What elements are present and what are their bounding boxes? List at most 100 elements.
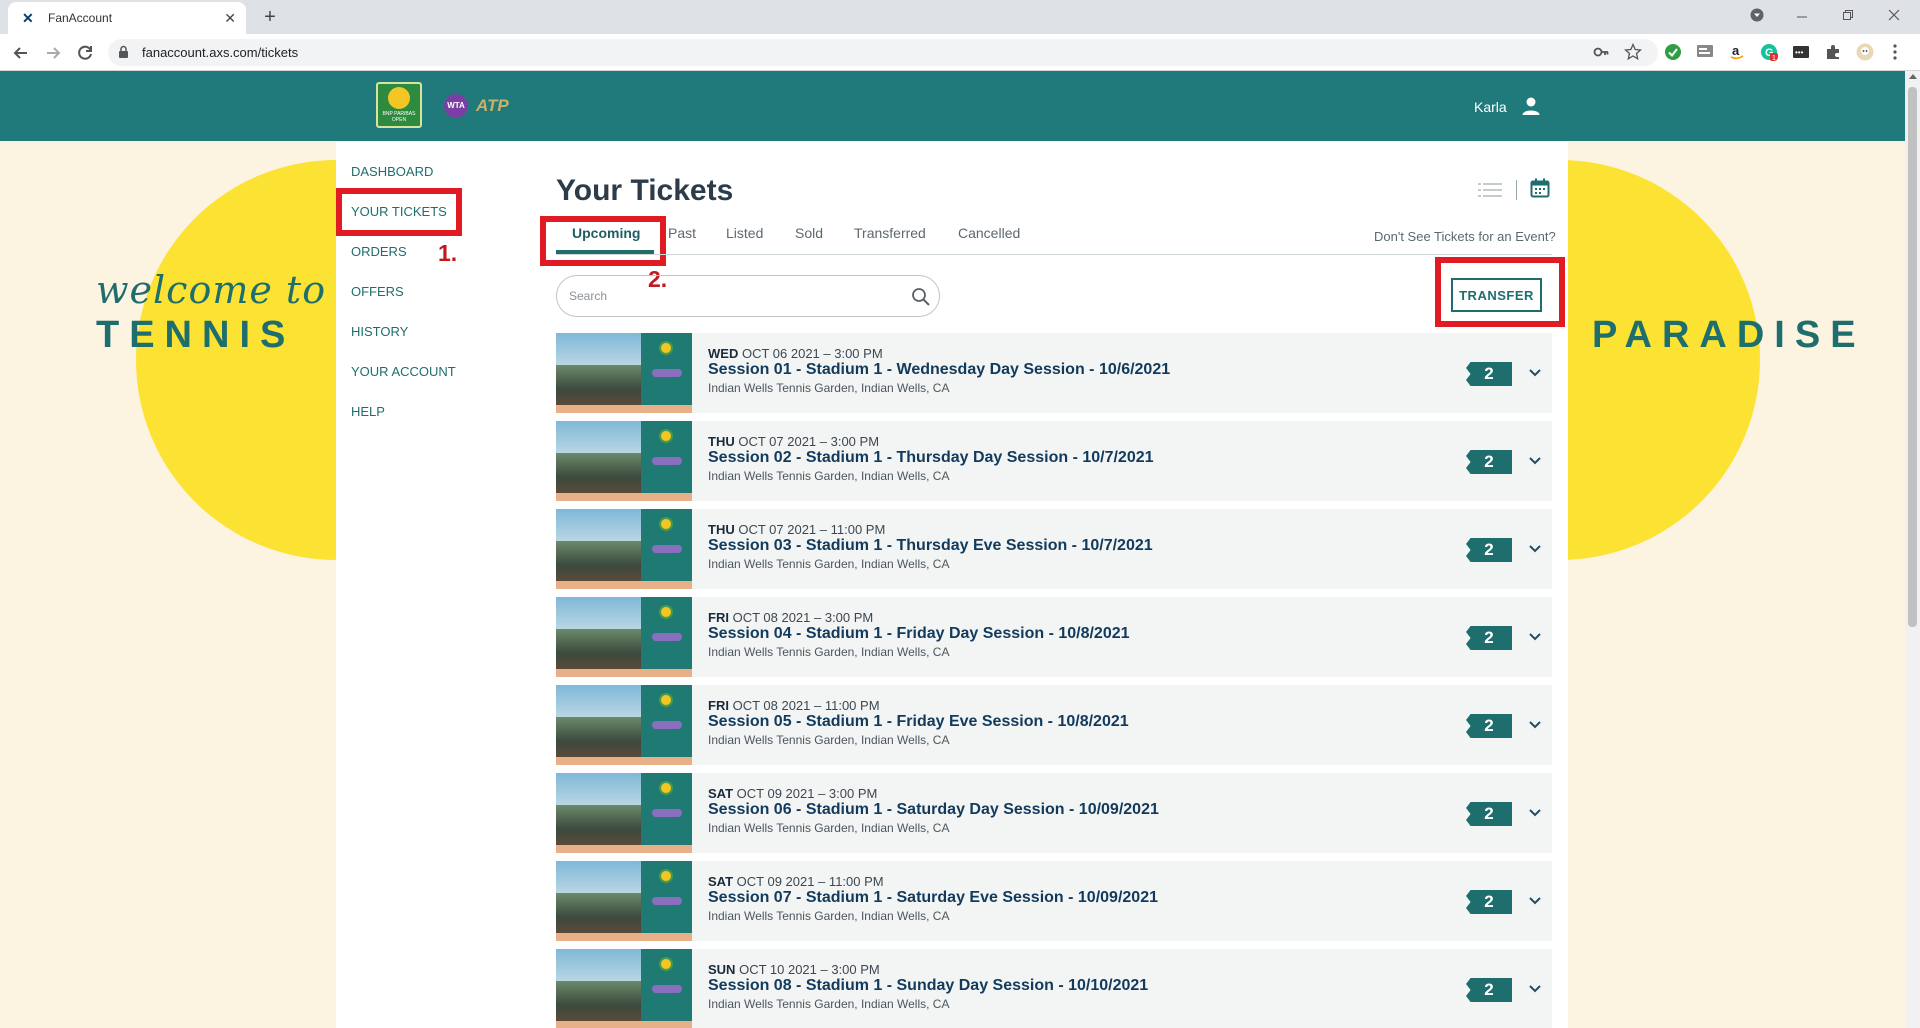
forward-arrow-icon[interactable] [42, 42, 64, 64]
user-name[interactable]: Karla [1474, 99, 1507, 115]
chevron-down-icon[interactable] [1528, 715, 1542, 735]
key-icon[interactable] [1592, 43, 1610, 61]
chevron-down-icon[interactable] [1528, 451, 1542, 471]
tab-upcoming[interactable]: Upcoming [572, 225, 640, 241]
thumbnail-stadium [556, 629, 641, 669]
chevron-down-icon[interactable] [1528, 539, 1542, 559]
ticket-title[interactable]: Session 06 - Stadium 1 - Saturday Day Se… [708, 801, 1159, 819]
star-bookmark-icon[interactable] [1624, 43, 1642, 61]
ticket-count-badge: 2 [1466, 978, 1512, 1002]
nav-orders[interactable]: ORDERS [351, 244, 407, 259]
restore-icon[interactable] [1842, 9, 1854, 21]
ticket-date: FRI OCT 08 2021 – 11:00 PM [708, 698, 880, 713]
user-account-icon[interactable] [1520, 95, 1542, 117]
ticket-title[interactable]: Session 05 - Stadium 1 - Friday Eve Sess… [708, 713, 1129, 731]
scroll-up-arrow-icon[interactable] [1909, 74, 1917, 79]
browser-tab-title: FanAccount [48, 11, 113, 25]
ticket-venue: Indian Wells Tennis Garden, Indian Wells… [708, 469, 950, 483]
nav-help[interactable]: HELP [351, 404, 385, 419]
close-tab-icon[interactable]: ✕ [224, 10, 236, 27]
grammarly-extension-icon[interactable]: G1 [1760, 43, 1778, 61]
wta-logo: WTA [444, 94, 468, 118]
ticket-row[interactable]: WED OCT 06 2021 – 3:00 PM Session 01 - S… [556, 333, 1552, 413]
browser-menu-icon[interactable] [1890, 43, 1900, 61]
ticket-row[interactable]: THU OCT 07 2021 – 3:00 PM Session 02 - S… [556, 421, 1552, 501]
nav-history[interactable]: HISTORY [351, 324, 408, 339]
ticket-title[interactable]: Session 04 - Stadium 1 - Friday Day Sess… [708, 625, 1130, 643]
thumbnail-logo-icon [659, 869, 673, 883]
nav-dashboard[interactable]: DASHBOARD [351, 164, 433, 179]
search-icon[interactable] [911, 287, 931, 307]
tab-transferred[interactable]: Transferred [854, 225, 926, 241]
list-view-icon[interactable] [1478, 182, 1502, 198]
ticket-day: SUN [708, 962, 736, 977]
tab-sold[interactable]: Sold [795, 225, 823, 241]
scrollbar-thumb[interactable] [1908, 87, 1917, 627]
chevron-down-icon[interactable] [1528, 891, 1542, 911]
search-box [556, 275, 940, 317]
thumbnail-stadium [556, 805, 641, 845]
ticket-row[interactable]: FRI OCT 08 2021 – 11:00 PM Session 05 - … [556, 685, 1552, 765]
new-tab-button[interactable]: + [258, 5, 282, 29]
ticket-count-badge: 2 [1466, 890, 1512, 914]
page-scrollbar[interactable] [1905, 71, 1920, 1028]
ticket-title[interactable]: Session 02 - Stadium 1 - Thursday Day Se… [708, 449, 1154, 467]
ticket-day: WED [708, 346, 739, 361]
annotation-box-upcoming [540, 216, 666, 266]
calendar-view-icon[interactable] [1530, 178, 1550, 198]
check-extension-icon[interactable] [1664, 43, 1682, 61]
thumbnail-sponsor-logos [652, 457, 682, 465]
ticket-datetime: OCT 10 2021 – 3:00 PM [739, 962, 880, 977]
logo-text: BNP PARIBAS OPEN [382, 111, 416, 123]
url-text[interactable]: fanaccount.axs.com/tickets [142, 45, 298, 60]
tab-cancelled[interactable]: Cancelled [958, 225, 1020, 241]
thumbnail-logo-icon [659, 781, 673, 795]
omnibox[interactable]: fanaccount.axs.com/tickets [108, 39, 1658, 66]
amazon-extension-icon[interactable]: a [1728, 43, 1746, 61]
chevron-down-icon[interactable] [1528, 363, 1542, 383]
ticket-datetime: OCT 08 2021 – 11:00 PM [732, 698, 880, 713]
ticket-title[interactable]: Session 08 - Stadium 1 - Sunday Day Sess… [708, 977, 1148, 995]
profile-menu-icon[interactable] [1750, 8, 1764, 22]
browser-tab[interactable]: ✕ FanAccount ✕ [8, 2, 246, 34]
translate-extension-icon[interactable] [1696, 43, 1714, 61]
thumbnail-sponsor-logos [652, 809, 682, 817]
nav-your-account[interactable]: YOUR ACCOUNT [351, 364, 456, 379]
thumbnail-logo-icon [659, 341, 673, 355]
ticket-row[interactable]: SAT OCT 09 2021 – 3:00 PM Session 06 - S… [556, 773, 1552, 853]
thumbnail-sky [556, 949, 641, 981]
thumbnail-sponsor-logos [652, 985, 682, 993]
thumbnail-ground [556, 493, 692, 501]
annotation-number-1: 1. [438, 240, 458, 266]
ticket-title[interactable]: Session 07 - Stadium 1 - Saturday Eve Se… [708, 889, 1158, 907]
ticket-title[interactable]: Session 03 - Stadium 1 - Thursday Eve Se… [708, 537, 1153, 555]
chevron-down-icon[interactable] [1528, 627, 1542, 647]
transfer-button[interactable]: TRANSFER [1451, 278, 1542, 312]
tennis-word: TENNIS [96, 314, 296, 356]
profile-avatar-icon[interactable] [1856, 43, 1874, 61]
reload-icon[interactable] [74, 42, 96, 64]
tab-listed[interactable]: Listed [726, 225, 763, 241]
back-arrow-icon[interactable] [10, 42, 32, 64]
minimize-icon[interactable] [1796, 12, 1808, 22]
ticket-day: THU [708, 522, 735, 537]
thumbnail-ground [556, 669, 692, 677]
password-extension-icon[interactable]: ••• [1792, 43, 1810, 61]
nav-offers[interactable]: OFFERS [351, 284, 404, 299]
thumbnail-stadium [556, 893, 641, 933]
ticket-row[interactable]: SAT OCT 09 2021 – 11:00 PM Session 07 - … [556, 861, 1552, 941]
tab-past[interactable]: Past [668, 225, 696, 241]
ticket-title[interactable]: Session 01 - Stadium 1 - Wednesday Day S… [708, 361, 1170, 379]
dont-see-tickets-link[interactable]: Don't See Tickets for an Event? [1374, 229, 1556, 244]
thumbnail-logo-icon [659, 693, 673, 707]
ticket-row[interactable]: THU OCT 07 2021 – 11:00 PM Session 03 - … [556, 509, 1552, 589]
bnp-paribas-open-logo[interactable]: BNP PARIBAS OPEN [376, 82, 422, 128]
chevron-down-icon[interactable] [1528, 803, 1542, 823]
ticket-row[interactable]: SUN OCT 10 2021 – 3:00 PM Session 08 - S… [556, 949, 1552, 1028]
ticket-row[interactable]: FRI OCT 08 2021 – 3:00 PM Session 04 - S… [556, 597, 1552, 677]
search-input[interactable] [569, 286, 889, 306]
thumbnail-logo-icon [659, 957, 673, 971]
close-window-icon[interactable] [1888, 9, 1900, 21]
chevron-down-icon[interactable] [1528, 979, 1542, 999]
extensions-puzzle-icon[interactable] [1824, 43, 1842, 61]
